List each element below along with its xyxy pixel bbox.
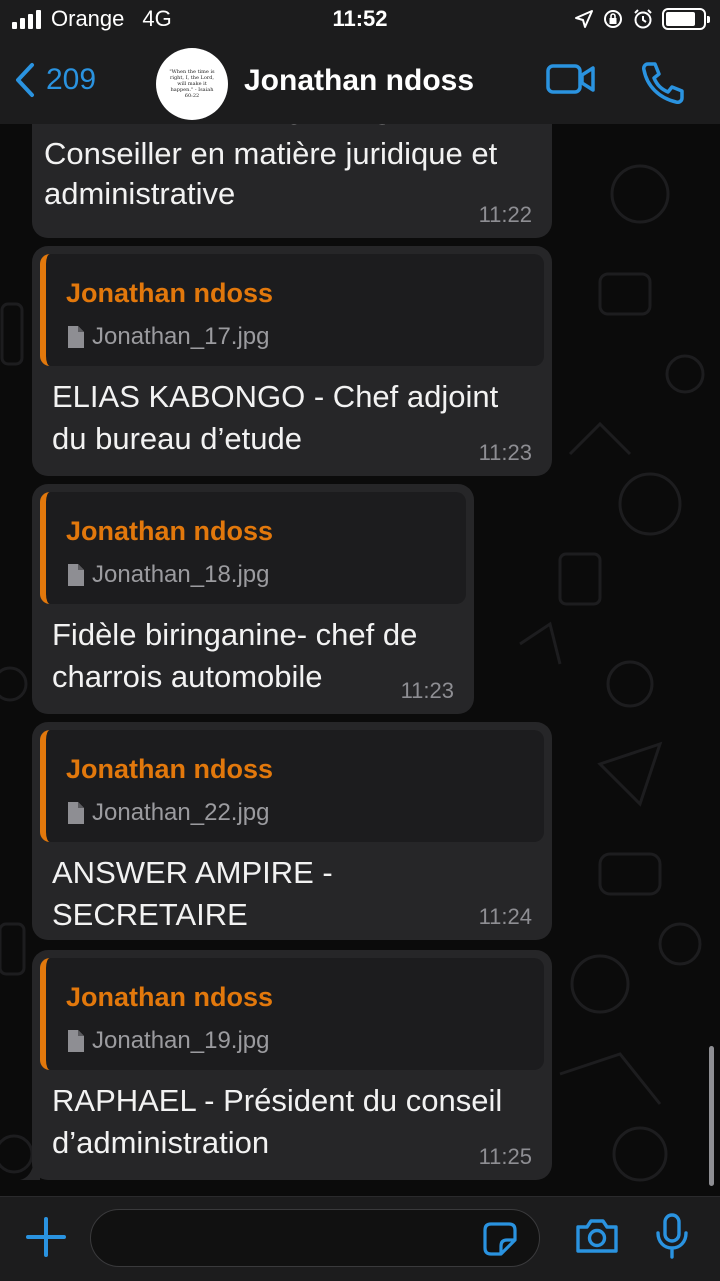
message-time: 11:24: [478, 904, 532, 929]
reply-filename: Jonathan_18.jpg: [92, 561, 270, 588]
unread-count: 209: [46, 63, 97, 96]
reply-attachment: Jonathan_22.jpg: [66, 799, 544, 827]
message-bubble[interactable]: Jonathan ndoss Jonathan_17.jpg ELIAS KAB…: [32, 246, 552, 476]
reply-quote[interactable]: Jonathan ndoss Jonathan_17.jpg: [40, 254, 544, 366]
chat-header: 209 "When the time is right, I, the Lord…: [0, 44, 720, 125]
reply-filename: Jonathan_19.jpg: [92, 1027, 270, 1054]
message-time: 11:23: [478, 440, 532, 465]
reply-quote[interactable]: Jonathan ndoss Jonathan_22.jpg: [40, 730, 544, 842]
reply-filename: Jonathan_22.jpg: [92, 799, 270, 826]
message-bubble[interactable]: Jonathan ndoss Jonathan_19.jpg RAPHAEL -…: [32, 950, 552, 1180]
reply-quote[interactable]: Jonathan ndoss Jonathan_18.jpg: [40, 492, 466, 604]
chevron-left-icon: [16, 63, 34, 97]
reply-sender: Jonathan ndoss: [66, 754, 274, 784]
message-time: 11:25: [478, 1144, 532, 1169]
message-bubble[interactable]: Jonathan ndoss Jonathan_18.jpg Fidèle bi…: [32, 484, 474, 714]
reply-sender: Jonathan ndoss: [66, 278, 274, 308]
status-icons: [574, 8, 710, 30]
reply-filename: Jonathan_17.jpg: [92, 323, 270, 350]
avatar[interactable]: "When the time is right, I, the Lord, wi…: [156, 48, 228, 120]
document-icon: [68, 564, 84, 586]
avatar-quote: "When the time is right, I, the Lord, wi…: [169, 69, 215, 99]
phone-call-icon[interactable]: [640, 60, 684, 104]
camera-icon[interactable]: [574, 1217, 620, 1255]
reply-attachment: Jonathan_18.jpg: [66, 561, 466, 589]
document-icon: [68, 1030, 84, 1052]
reply-sender: Jonathan ndoss: [66, 516, 274, 546]
reply-attachment: Jonathan_19.jpg: [66, 1027, 544, 1055]
message-list[interactable]: Mr ALEXANDRE SHANGA Conseiller en matièr…: [0, 124, 720, 1196]
message-text: Conseiller en matière juridique et admin…: [44, 136, 498, 211]
video-call-icon[interactable]: [546, 62, 596, 96]
reply-sender: Jonathan ndoss: [66, 982, 274, 1012]
message-text: RAPHAEL - Président du conseil d’adminis…: [52, 1083, 503, 1160]
contact-name[interactable]: Jonathan ndoss: [244, 64, 474, 98]
battery-icon: [662, 8, 710, 30]
status-bar: Orange 4G 11:52: [0, 0, 720, 44]
message-text-partial-sender: Mr ALEXANDRE SHANGA: [32, 124, 552, 134]
document-icon: [68, 802, 84, 824]
document-icon: [68, 326, 84, 348]
composer-bar: [0, 1196, 720, 1281]
message-bubble[interactable]: Jonathan ndoss Jonathan_22.jpg ANSWER AM…: [32, 722, 552, 940]
message-text: ELIAS KABONGO - Chef adjoint du bureau d…: [52, 379, 499, 456]
message-time: 11:23: [400, 678, 454, 703]
message-text: ANSWER AMPIRE - SECRETAIRE: [52, 855, 333, 932]
back-button[interactable]: 209: [14, 62, 96, 98]
message-bubble[interactable]: Mr ALEXANDRE SHANGA Conseiller en matièr…: [32, 124, 552, 238]
scrollbar[interactable]: [709, 1046, 714, 1186]
alarm-icon: [634, 9, 652, 29]
message-input[interactable]: [90, 1209, 540, 1267]
bubble-tail: [20, 1162, 40, 1180]
sticker-icon[interactable]: [483, 1222, 517, 1256]
orientation-lock-icon: [604, 10, 622, 28]
microphone-icon[interactable]: [654, 1213, 690, 1259]
location-icon: [575, 10, 593, 28]
message-time: 11:22: [478, 202, 532, 227]
reply-attachment: Jonathan_17.jpg: [66, 323, 544, 351]
plus-icon[interactable]: [26, 1217, 66, 1257]
reply-quote[interactable]: Jonathan ndoss Jonathan_19.jpg: [40, 958, 544, 1070]
